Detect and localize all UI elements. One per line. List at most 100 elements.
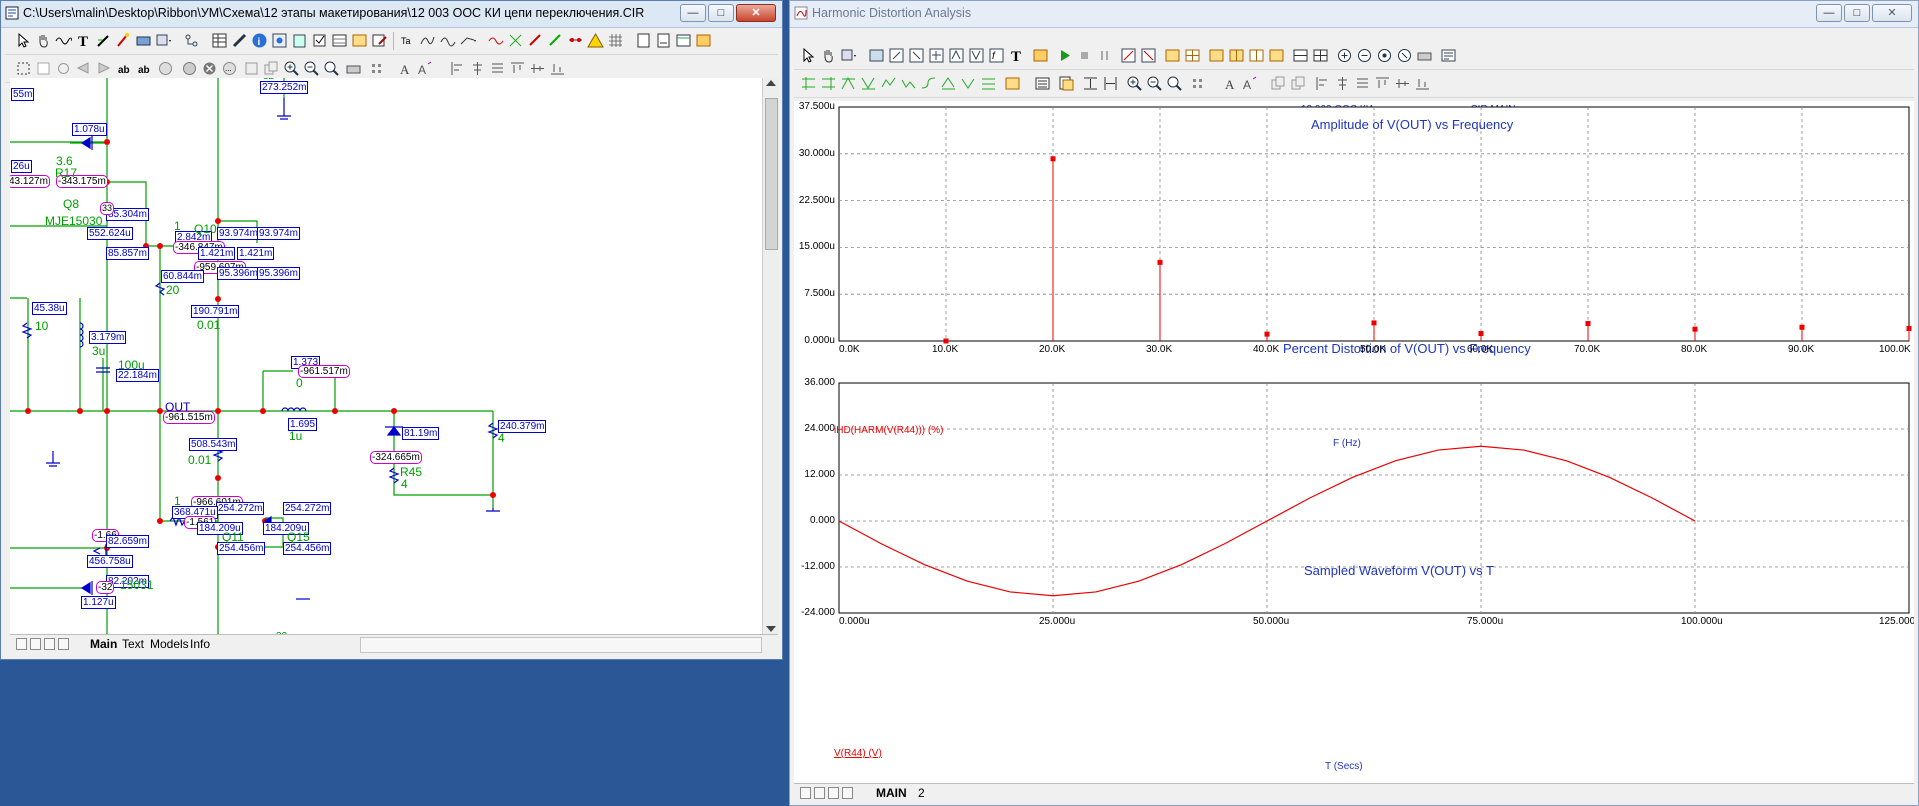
zoom-in-icon[interactable] [1336,47,1353,64]
align-right-icon[interactable] [1354,75,1371,92]
mirror-icon[interactable] [95,60,112,77]
align-top-icon[interactable] [1374,75,1391,92]
zoom-in-icon[interactable] [283,60,300,77]
palette-icon[interactable] [1004,75,1021,92]
page-icon[interactable] [635,32,652,49]
box-icon[interactable] [35,60,52,77]
tile-4-icon[interactable] [1268,47,1285,64]
maximize-button[interactable]: □ [708,4,734,22]
peak-icon[interactable] [948,47,965,64]
maximize-button[interactable]: □ [1844,4,1870,22]
checkbox-icon[interactable] [311,32,328,49]
align-bottom-icon[interactable] [1414,75,1431,92]
cursor-right-icon[interactable] [820,75,837,92]
label-icon[interactable] [243,60,260,77]
zoom-fit-icon[interactable] [323,60,340,77]
component-menu-icon[interactable] [840,47,857,64]
low-icon[interactable] [900,75,917,92]
tab-text[interactable]: Text [122,636,144,652]
schematic-titlebar[interactable]: C:\Users\malin\Desktop\Ribbon\УМ\Схема\1… [1,1,782,28]
align-grid-icon[interactable] [369,60,386,77]
paste-icon[interactable] [1290,75,1307,92]
font-style-icon[interactable]: A [417,60,434,77]
flip-icon[interactable] [75,60,92,77]
top-icon[interactable] [980,75,997,92]
rotate-icon[interactable] [55,60,72,77]
font-icon[interactable]: A [1222,75,1239,92]
inflection-icon[interactable] [920,75,937,92]
zoom-region-icon[interactable] [1396,47,1413,64]
select-arrow-icon[interactable] [800,47,817,64]
close-button[interactable]: ✕ [736,4,776,22]
tile-3-icon[interactable] [1248,47,1265,64]
wire-tool-icon[interactable] [115,32,132,49]
schematic-vertical-scrollbar[interactable] [762,78,779,634]
split-h-icon[interactable] [1292,47,1309,64]
plot-canvas[interactable]: 12 003 ООС КИ цепи переключения.CIR MAIN… [794,101,1914,783]
wire-wave-icon[interactable] [55,32,72,49]
print-icon[interactable] [345,60,362,77]
zoom-fit-icon[interactable] [1376,47,1393,64]
transient-icon[interactable] [419,32,436,49]
grid-icon[interactable] [331,32,348,49]
align-bottom-icon[interactable] [549,60,566,77]
help-icon[interactable] [271,32,288,49]
table-icon[interactable] [211,32,228,49]
first-page-button[interactable] [16,638,27,650]
fit-width-icon[interactable] [1102,75,1119,92]
align-center-icon[interactable] [469,60,486,77]
align-middle-icon[interactable] [529,60,546,77]
tab-models[interactable]: Models [150,636,189,652]
copy-graph-icon[interactable] [1058,75,1075,92]
split-quad-icon[interactable] [1312,47,1329,64]
cursor-icon[interactable] [928,47,945,64]
last-page-button[interactable] [842,787,853,799]
font-style-icon[interactable]: A [1242,75,1259,92]
current-icon[interactable] [527,32,544,49]
tab-info[interactable]: Info [190,636,210,652]
info-icon[interactable]: i [251,32,268,49]
layout-grid-icon[interactable] [1184,47,1201,64]
pen-icon[interactable] [95,32,112,49]
minimize-button[interactable]: — [1816,4,1842,22]
prev-page-button[interactable] [30,638,41,650]
stop-icon[interactable] [181,60,198,77]
align-center-icon[interactable] [1334,75,1351,92]
list-icon[interactable] [351,32,368,49]
tab-2[interactable]: 2 [918,785,925,801]
probe-icon[interactable] [231,32,248,49]
cancel-icon[interactable] [201,60,218,77]
text-tool-icon[interactable]: T [1008,47,1025,64]
hd-titlebar[interactable]: Harmonic Distortion Analysis — □ ✕ [790,1,1918,28]
pause-icon[interactable] [1096,47,1113,64]
scroll-down-arrow[interactable] [766,626,776,632]
pin-connections-icon[interactable] [507,32,524,49]
zoom-box-icon[interactable] [888,47,905,64]
zoom-fit-icon[interactable] [1166,75,1183,92]
close-button[interactable]: ✕ [1872,4,1912,22]
voltage-icon[interactable] [547,32,564,49]
font-icon[interactable]: A [397,60,414,77]
global-high-icon[interactable] [940,75,957,92]
warning-icon[interactable] [587,32,604,49]
node-numbers-icon[interactable] [487,32,504,49]
next-page-button[interactable] [828,787,839,799]
find-replace-icon[interactable]: ab [137,60,154,77]
prev-page-button[interactable] [814,787,825,799]
next-page-button[interactable] [44,638,55,650]
schematic-canvas[interactable]: 55m 1.078u 26u 43.127m -343.175m 85.304m… [10,78,762,634]
pan-hand-icon[interactable] [35,32,52,49]
plot-view-icon[interactable] [868,47,885,64]
align-top-icon[interactable] [509,60,526,77]
fit-height-icon[interactable] [1082,75,1099,92]
tab-main[interactable]: Main [90,636,117,652]
stepping-icon[interactable] [1164,47,1181,64]
global-low-icon[interactable] [960,75,977,92]
dc-icon[interactable] [459,32,476,49]
text-tool-icon[interactable]: T [75,32,92,49]
first-page-button[interactable] [800,787,811,799]
more-icon[interactable]: ... [221,60,238,77]
tile-1-icon[interactable] [1208,47,1225,64]
tab-main[interactable]: MAIN [876,785,907,801]
scroll-up-arrow[interactable] [766,80,776,86]
